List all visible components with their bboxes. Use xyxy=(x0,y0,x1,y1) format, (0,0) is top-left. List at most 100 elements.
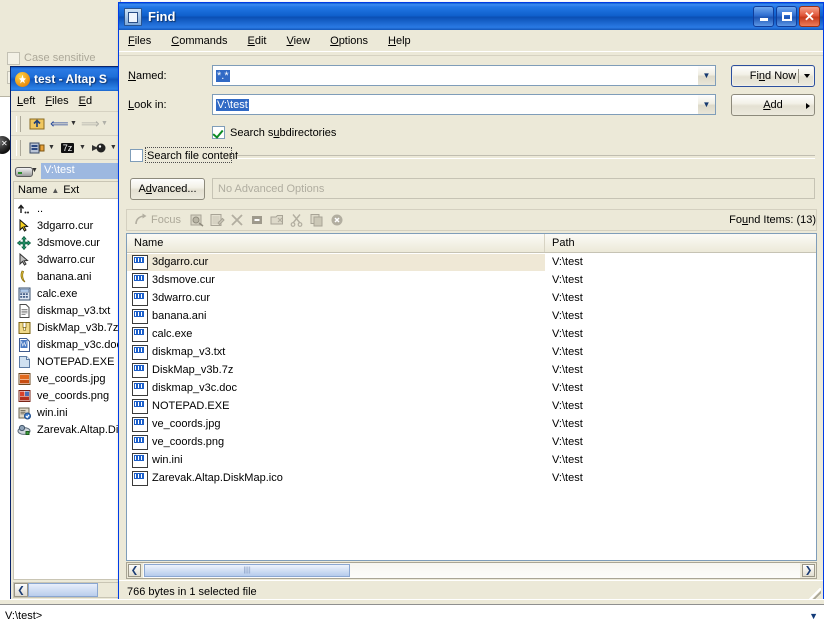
table-row[interactable]: NOTEPAD.EXE V:\test xyxy=(127,397,816,415)
menu-item-edit[interactable]: Edit xyxy=(248,35,267,47)
plugins-dropdown-caret-icon[interactable]: ▼ xyxy=(110,144,117,151)
group-separator-line xyxy=(237,155,815,159)
go-up-folder-icon[interactable] xyxy=(28,115,46,133)
salamander-file-list[interactable]: .. 3dgarro.cur 3dsmove.cur 3dwarro.cur b xyxy=(13,199,121,580)
add-button[interactable]: Add xyxy=(731,94,815,116)
list-item[interactable]: .. xyxy=(14,200,120,217)
lookin-input-value[interactable]: V:\test xyxy=(216,98,249,111)
maximize-button[interactable] xyxy=(776,6,797,27)
list-item[interactable]: ve_coords.png xyxy=(14,387,120,404)
back-arrow-icon[interactable]: ⟸ xyxy=(50,115,69,133)
list-item[interactable]: NOTEPAD.EXE xyxy=(14,353,120,370)
table-row[interactable]: banana.ani V:\test xyxy=(127,307,816,325)
menu-item-help[interactable]: Help xyxy=(388,35,411,47)
find-now-button[interactable]: Find Now xyxy=(731,65,815,87)
list-item[interactable]: W diskmap_v3c.doc xyxy=(14,336,120,353)
list-item[interactable]: diskmap_v3.txt xyxy=(14,302,120,319)
search-subdirectories-checkbox[interactable] xyxy=(212,126,225,139)
list-item[interactable]: banana.ani xyxy=(14,268,120,285)
menu-item-options[interactable]: Options xyxy=(330,35,368,47)
toolbar-grip[interactable] xyxy=(16,115,21,132)
scroll-thumb[interactable]: |||| xyxy=(144,564,350,577)
table-row[interactable]: 3dwarro.cur V:\test xyxy=(127,289,816,307)
list-item[interactable]: 3dsmove.cur xyxy=(14,234,120,251)
scroll-left-button[interactable]: ❮ xyxy=(14,583,28,597)
table-row[interactable]: DiskMap_v3b.7z V:\test xyxy=(127,361,816,379)
back-dropdown-caret-icon[interactable]: ▼ xyxy=(70,120,77,127)
list-item[interactable]: DiskMap_v3b.7z xyxy=(14,319,120,336)
add-dropdown-caret-icon[interactable] xyxy=(806,103,810,109)
drive-selector-icon[interactable] xyxy=(15,163,33,178)
edit-icon xyxy=(207,211,227,229)
salamander-menu-edit[interactable]: Ed xyxy=(79,95,92,107)
salamander-column-ext[interactable]: Ext xyxy=(63,184,79,196)
list-item[interactable]: 3dwarro.cur xyxy=(14,251,120,268)
table-row[interactable]: 3dgarro.cur V:\test xyxy=(127,253,816,271)
list-item[interactable]: win.ini xyxy=(14,404,120,421)
salamander-toolbar-navigation[interactable]: ⟸ ▼ ⟹ ▼ xyxy=(11,112,123,136)
table-row[interactable]: ve_coords.jpg V:\test xyxy=(127,415,816,433)
command-line-bar[interactable]: V:\test> ▼ xyxy=(0,604,824,629)
minimize-button[interactable] xyxy=(753,6,774,27)
sevenzip-dropdown-caret-icon[interactable]: ▼ xyxy=(79,144,86,151)
results-rows[interactable]: 3dgarro.cur V:\test 3dsmove.cur V:\test … xyxy=(127,253,816,560)
menu-item-view[interactable]: View xyxy=(286,35,310,47)
salamander-menu-left[interactable]: Left xyxy=(17,95,35,107)
close-button[interactable]: ✕ xyxy=(799,6,820,27)
column-header-path[interactable]: Path xyxy=(545,234,814,252)
lookin-dropdown-button[interactable]: ▼ xyxy=(698,95,715,114)
sevenzip-plugin-icon[interactable]: 7z xyxy=(59,139,77,157)
search-file-content-checkbox[interactable] xyxy=(130,149,143,162)
salamander-menu-files[interactable]: Files xyxy=(45,95,68,107)
salamander-path-bar[interactable]: ▼ V:\test xyxy=(11,160,123,181)
lookin-combobox[interactable]: V:\test ▼ xyxy=(212,94,716,115)
table-row[interactable]: Zarevak.Altap.DiskMap.ico V:\test xyxy=(127,469,816,487)
list-item[interactable]: ve_coords.jpg xyxy=(14,370,120,387)
command-line-dropdown-caret-icon[interactable]: ▼ xyxy=(809,611,818,621)
salamander-toolbar-plugins[interactable]: ▼ 7z ▼ ▼ xyxy=(11,136,123,160)
window-buttons[interactable]: ✕ xyxy=(753,6,820,27)
salamander-title-bar[interactable]: test - Altap S xyxy=(11,67,123,91)
advanced-button[interactable]: Advanced... xyxy=(130,178,205,200)
list-item[interactable]: calc.exe xyxy=(14,285,120,302)
find-now-dropdown-caret-icon[interactable] xyxy=(804,74,810,78)
salamander-horizontal-scrollbar[interactable]: ❮ xyxy=(13,582,121,598)
results-toolbar[interactable]: Focus xyxy=(126,209,817,231)
list-item[interactable]: 3dgarro.cur xyxy=(14,217,120,234)
plugins-icon[interactable] xyxy=(90,139,108,157)
table-row[interactable]: ve_coords.png V:\test xyxy=(127,433,816,451)
table-row[interactable]: diskmap_v3.txt V:\test xyxy=(127,343,816,361)
find-title-bar[interactable]: Find ✕ xyxy=(119,3,823,30)
salamander-menu-bar[interactable]: Left Files Ed xyxy=(11,91,123,112)
list-item[interactable]: Zarevak.Altap.Di xyxy=(14,421,120,438)
salamander-path-value[interactable]: V:\test xyxy=(40,162,123,179)
altap-salamander-window[interactable]: test - Altap S Left Files Ed ⟸ ▼ ⟹ ▼ ▼ 7… xyxy=(10,66,124,621)
table-row[interactable]: calc.exe V:\test xyxy=(127,325,816,343)
salamander-column-headers[interactable]: Name ▲ Ext xyxy=(13,181,121,199)
diskmap-dropdown-caret-icon[interactable]: ▼ xyxy=(48,144,55,151)
table-row[interactable]: win.ini V:\test xyxy=(127,451,816,469)
results-column-headers[interactable]: Name Path xyxy=(127,234,816,253)
scroll-left-button[interactable]: ❮ xyxy=(128,564,141,577)
toolbar-grip-2[interactable] xyxy=(16,139,21,156)
diskmap-plugin-icon[interactable] xyxy=(28,139,46,157)
salamander-column-name[interactable]: Name xyxy=(14,184,47,196)
find-menu-bar[interactable]: Files Commands Edit View Options Help xyxy=(119,30,823,51)
find-dialog[interactable]: Find ✕ Files Commands Edit View Options … xyxy=(118,2,824,603)
named-combobox[interactable]: *.* ▼ xyxy=(212,65,716,86)
named-input-value[interactable]: *.* xyxy=(216,69,230,82)
case-sensitive-checkbox[interactable] xyxy=(7,52,20,65)
file-icon xyxy=(132,434,148,450)
column-header-name[interactable]: Name xyxy=(127,234,545,252)
properties-small-icon xyxy=(247,211,267,229)
advanced-options-field: No Advanced Options xyxy=(212,178,815,199)
scroll-right-button[interactable]: ❯ xyxy=(802,564,815,577)
table-row[interactable]: diskmap_v3c.doc V:\test xyxy=(127,379,816,397)
table-row[interactable]: 3dsmove.cur V:\test xyxy=(127,271,816,289)
results-horizontal-scrollbar[interactable]: ❮ |||| ❯ xyxy=(126,562,817,579)
menu-item-commands[interactable]: Commands xyxy=(171,35,227,47)
results-list[interactable]: Name Path 3dgarro.cur V:\test 3dsmove.cu… xyxy=(126,233,817,561)
named-dropdown-button[interactable]: ▼ xyxy=(698,66,715,85)
scroll-thumb[interactable] xyxy=(28,583,98,597)
menu-item-files[interactable]: Files xyxy=(128,35,151,47)
